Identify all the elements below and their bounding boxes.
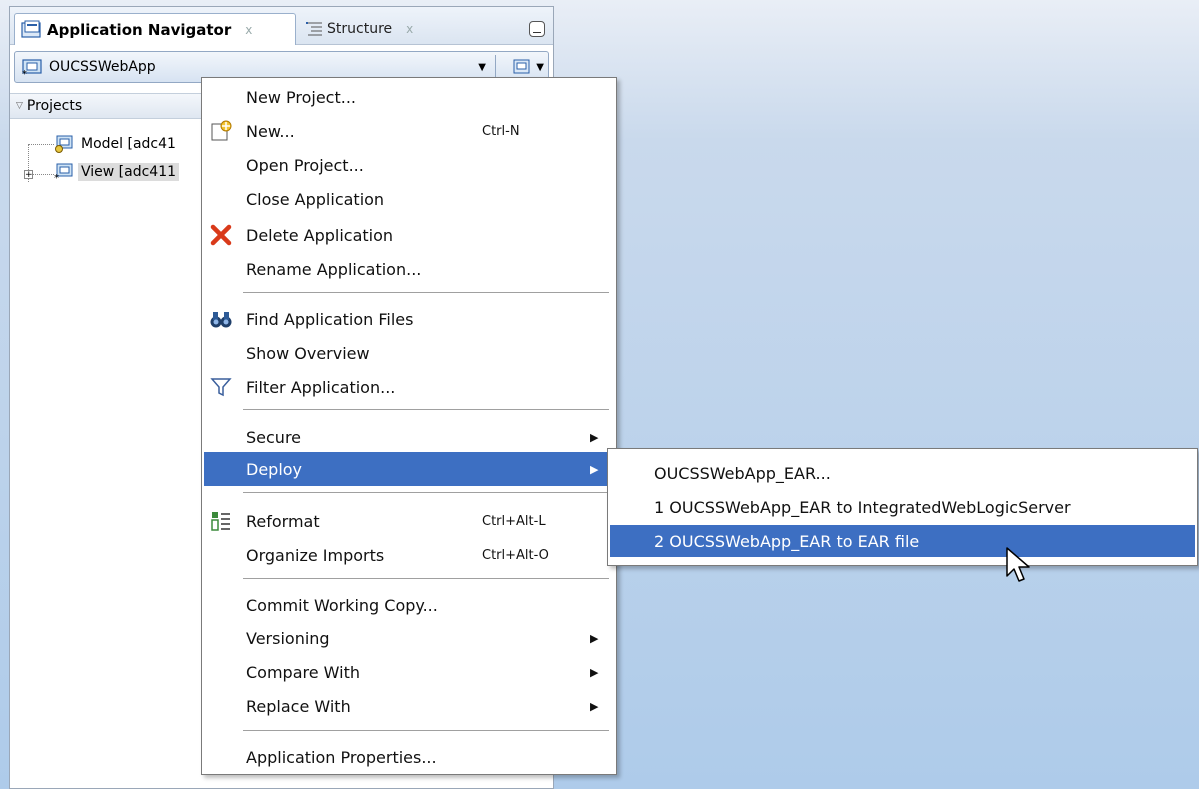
tab-label: Structure (327, 21, 393, 37)
submenu-arrow-icon: ▶ (590, 631, 599, 645)
svg-text:*: * (22, 69, 27, 77)
menu-item-secure[interactable]: Secure ▶ (204, 420, 614, 454)
menu-item-delete-application[interactable]: Delete Application (204, 218, 614, 252)
minimize-button[interactable] (529, 21, 545, 37)
tab-label: Application Navigator (47, 20, 232, 39)
submenu-item-deploy-ear-file[interactable]: 2 OUCSSWebApp_EAR to EAR file (610, 525, 1195, 557)
menu-item-new[interactable]: New... Ctrl-N (204, 114, 614, 148)
tree-item-model[interactable]: Model [adc41 (54, 133, 179, 155)
tab-strip: Application Navigator x Structure x (10, 7, 553, 45)
close-icon[interactable]: x (406, 22, 413, 36)
menu-item-versioning[interactable]: Versioning ▶ (204, 621, 614, 655)
menu-item-compare-with[interactable]: Compare With ▶ (204, 655, 614, 689)
submenu-item-label: 2 OUCSSWebApp_EAR to EAR file (654, 531, 920, 551)
chevron-down-icon[interactable]: ▼ (536, 62, 544, 73)
menu-item-shortcut: Ctrl+Alt-L (482, 513, 546, 529)
submenu-arrow-icon: ▶ (590, 699, 599, 713)
menu-item-new-project[interactable]: New Project... (204, 80, 614, 114)
menu-item-label: Deploy (246, 459, 303, 479)
menu-item-commit-working-copy[interactable]: Commit Working Copy... (204, 588, 614, 622)
menu-separator (243, 292, 609, 293)
menu-item-organize-imports[interactable]: Organize Imports Ctrl+Alt-O (204, 538, 614, 572)
structure-icon (306, 22, 322, 36)
tree-guide-line (28, 144, 54, 145)
menu-item-label: Delete Application (246, 225, 394, 245)
close-icon[interactable]: x (245, 23, 252, 37)
menu-item-label: Show Overview (246, 343, 370, 363)
submenu-arrow-icon: ▶ (590, 462, 599, 476)
menu-item-label: Open Project... (246, 155, 364, 175)
menu-item-label: Secure (246, 427, 302, 447)
menu-item-filter-application[interactable]: Filter Application... (204, 370, 614, 404)
mouse-cursor-icon (1006, 547, 1030, 582)
context-menu: New Project... New... Ctrl-N Open Projec… (201, 77, 617, 775)
menu-item-close-application[interactable]: Close Application (204, 182, 614, 216)
menu-separator (243, 492, 609, 493)
application-menu-icon[interactable] (512, 57, 532, 77)
menu-item-reformat[interactable]: Reformat Ctrl+Alt-L (204, 504, 614, 538)
menu-item-replace-with[interactable]: Replace With ▶ (204, 689, 614, 723)
tab-application-navigator[interactable]: Application Navigator x (14, 13, 296, 45)
tab-structure[interactable]: Structure x (299, 13, 459, 45)
submenu-item-label: OUCSSWebApp_EAR... (654, 463, 831, 483)
menu-separator (243, 730, 609, 731)
menu-item-label: Organize Imports (246, 545, 385, 565)
menu-item-label: Application Properties... (246, 747, 437, 767)
collapse-triangle-icon[interactable]: ▽ (16, 101, 23, 111)
funnel-icon (210, 378, 232, 397)
menu-item-rename-application[interactable]: Rename Application... (204, 252, 614, 286)
menu-item-shortcut: Ctrl-N (482, 123, 520, 139)
menu-item-label: Find Application Files (246, 309, 414, 329)
binoculars-icon (210, 312, 232, 328)
submenu-arrow-icon: ▶ (590, 665, 599, 679)
new-gallery-icon (211, 120, 232, 141)
submenu-item-ear-profile[interactable]: OUCSSWebApp_EAR... (610, 457, 1195, 489)
tree-guide-line (33, 174, 54, 175)
menu-item-label: Reformat (246, 511, 320, 531)
menu-item-label: Close Application (246, 189, 385, 209)
projects-label: Projects (26, 98, 83, 114)
project-icon: * (54, 163, 73, 181)
menu-item-shortcut: Ctrl+Alt-O (482, 547, 549, 563)
svg-text:*: * (54, 173, 59, 181)
menu-separator (243, 578, 609, 579)
submenu-arrow-icon: ▶ (590, 430, 599, 444)
submenu-item-label: 1 OUCSSWebApp_EAR to IntegratedWebLogicS… (654, 497, 1071, 517)
menu-item-label: Filter Application... (246, 377, 396, 397)
menu-item-open-project[interactable]: Open Project... (204, 148, 614, 182)
project-icon (55, 135, 73, 153)
menu-item-label: New... (246, 121, 295, 141)
divider (495, 55, 496, 79)
menu-item-label: Replace With (246, 696, 351, 716)
chevron-down-icon[interactable]: ▼ (478, 62, 486, 73)
menu-item-application-properties[interactable]: Application Properties... (204, 740, 614, 774)
menu-item-label: Compare With (246, 662, 360, 682)
application-icon: * (22, 59, 42, 77)
reformat-icon (211, 512, 230, 531)
application-name: OUCSSWebApp (49, 59, 156, 75)
tree-item-label: Model [adc41 (81, 136, 176, 152)
menu-separator (243, 409, 609, 410)
menu-item-label: New Project... (246, 87, 356, 107)
application-navigator-icon (21, 20, 41, 38)
tree-item-view[interactable]: * View [adc411 (54, 161, 180, 183)
menu-item-find-application-files[interactable]: Find Application Files (204, 302, 614, 336)
delete-x-icon (210, 224, 232, 246)
tree-item-label: View [adc411 (78, 163, 180, 181)
menu-item-show-overview[interactable]: Show Overview (204, 336, 614, 370)
deploy-submenu: OUCSSWebApp_EAR... 1 OUCSSWebApp_EAR to … (607, 448, 1198, 566)
expand-plus-icon[interactable]: + (24, 170, 33, 180)
submenu-item-deploy-integrated-server[interactable]: 1 OUCSSWebApp_EAR to IntegratedWebLogicS… (610, 491, 1195, 523)
menu-item-label: Rename Application... (246, 259, 422, 279)
menu-item-deploy[interactable]: Deploy ▶ (204, 452, 614, 486)
menu-item-label: Commit Working Copy... (246, 595, 438, 615)
menu-item-label: Versioning (246, 628, 330, 648)
